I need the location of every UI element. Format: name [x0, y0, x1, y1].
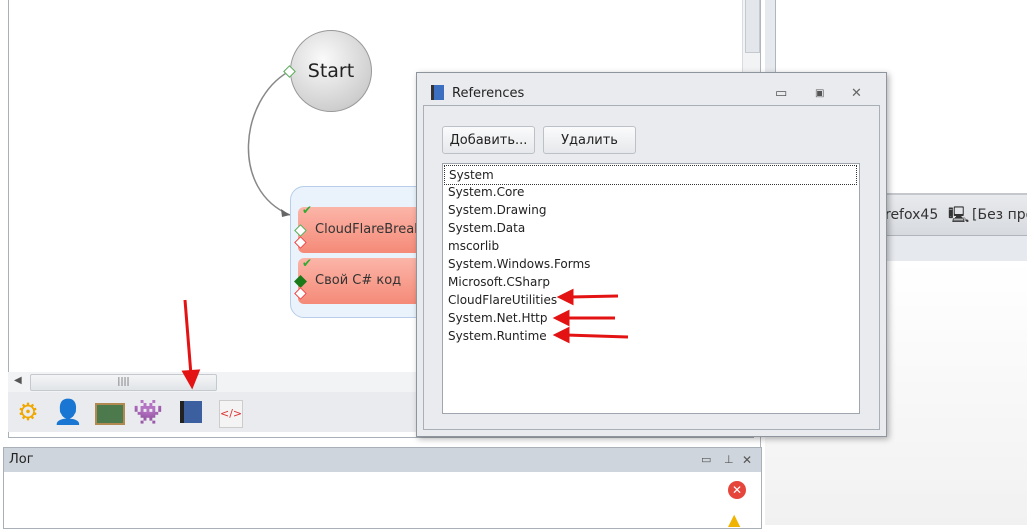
annotation-arrow-head — [556, 288, 574, 306]
annotation-arrow-head — [181, 369, 201, 390]
annotation-arrow-head — [552, 326, 570, 344]
annotation-arrow — [565, 333, 629, 339]
annotation-arrows — [181, 288, 629, 390]
annotation-arrow-head — [552, 309, 570, 327]
annotation-arrow — [569, 294, 619, 299]
annotation-arrow — [183, 299, 193, 376]
